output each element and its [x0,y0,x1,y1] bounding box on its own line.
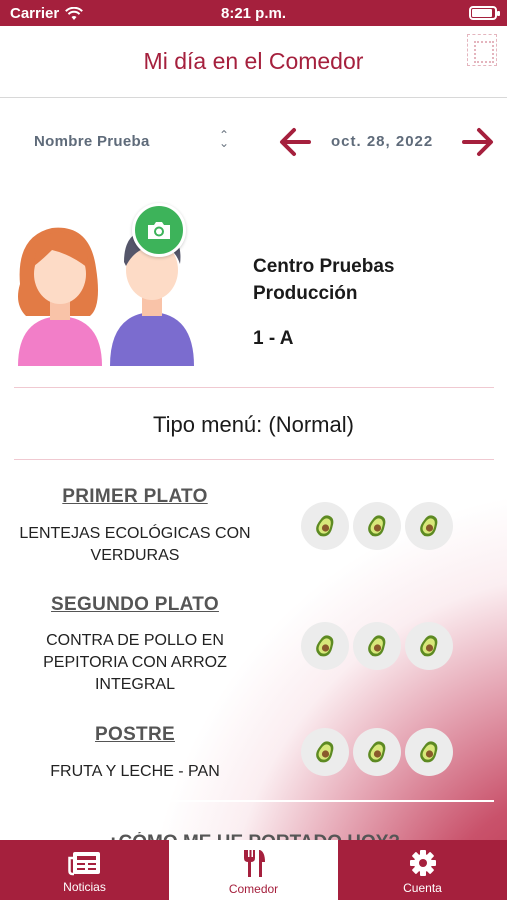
course-title-dessert: POSTRE [95,724,175,745]
course-desc-line: LENTEJAS ECOLÓGICAS CON [19,525,251,542]
avocado-icon [368,741,386,763]
course-desc-line: INTEGRAL [94,676,175,693]
newspaper-icon [67,852,100,876]
avocado-icon [368,635,386,657]
course-desc-first: LENTEJAS ECOLÓGICAS CON VERDURAS [0,523,270,567]
course-desc-line: CONTRA DE POLLO EN [46,632,224,649]
course-desc-dessert: FRUTA Y LECHE - PAN [0,761,270,783]
tab-noticias-label: Noticias [63,880,106,894]
menu-type-label: Tipo menú: (Normal) [153,412,354,437]
rating-option[interactable] [301,728,349,776]
rating-option[interactable] [353,728,401,776]
school-name: Centro Pruebas Producción [253,253,453,307]
qr-code-icon[interactable] [467,34,497,66]
divider [14,800,494,802]
avocado-icon [316,515,334,537]
tab-cuenta[interactable]: Cuenta [338,840,507,900]
app-header: Mi día en el Comedor [0,26,507,98]
rating-second [301,622,453,670]
tab-cuenta-label: Cuenta [403,881,442,895]
status-time: 8:21 p.m. [220,5,287,22]
divider [14,387,494,388]
tab-bar: Noticias Comedor Cuenta [0,840,507,900]
rating-first [301,502,453,550]
school-name-line2: Producción [253,283,358,304]
fork-knife-icon [243,850,265,877]
rating-option[interactable] [353,502,401,550]
avocado-icon [420,635,438,657]
gear-icon [409,850,436,876]
course-title-first: PRIMER PLATO [62,486,208,507]
student-select[interactable]: Nombre Prueba [34,133,150,150]
camera-button[interactable] [132,203,186,257]
divider [14,459,494,460]
course-desc-line: PEPITORIA CON ARROZ [43,654,227,671]
rating-option[interactable] [301,622,349,670]
rating-dessert [301,728,453,776]
battery-icon [469,6,500,20]
select-caret-icon[interactable]: ⌃ ⌄ [219,129,229,149]
class-name: 1 - A [253,328,294,349]
course-desc-line: VERDURAS [90,547,180,564]
avocado-icon [368,515,386,537]
avocado-icon [316,635,334,657]
rating-option[interactable] [301,502,349,550]
avocado-icon [420,515,438,537]
page-title: Mi día en el Comedor [143,48,364,74]
status-bar: Carrier 8:21 p.m. [0,0,507,26]
current-date: oct. 28, 2022 [331,133,434,150]
camera-icon [148,222,170,239]
tab-noticias[interactable]: Noticias [0,840,169,900]
rating-option[interactable] [405,502,453,550]
rating-option[interactable] [405,622,453,670]
rating-option[interactable] [405,728,453,776]
course-desc-second: CONTRA DE POLLO EN PEPITORIA CON ARROZ I… [0,630,270,696]
course-title-second: SEGUNDO PLATO [51,594,219,615]
avocado-icon [420,741,438,763]
next-day-arrow-icon[interactable] [460,124,496,160]
avocado-icon [316,741,334,763]
school-name-line1: Centro Pruebas [253,256,395,277]
previous-day-arrow-icon[interactable] [277,124,313,160]
rating-option[interactable] [353,622,401,670]
student-date-selector: Nombre Prueba ⌃ ⌄ oct. 28, 2022 [0,120,507,164]
course-desc-line: FRUTA Y LECHE - PAN [50,763,220,780]
tab-comedor-label: Comedor [228,882,279,896]
tab-comedor[interactable]: Comedor [169,840,338,900]
